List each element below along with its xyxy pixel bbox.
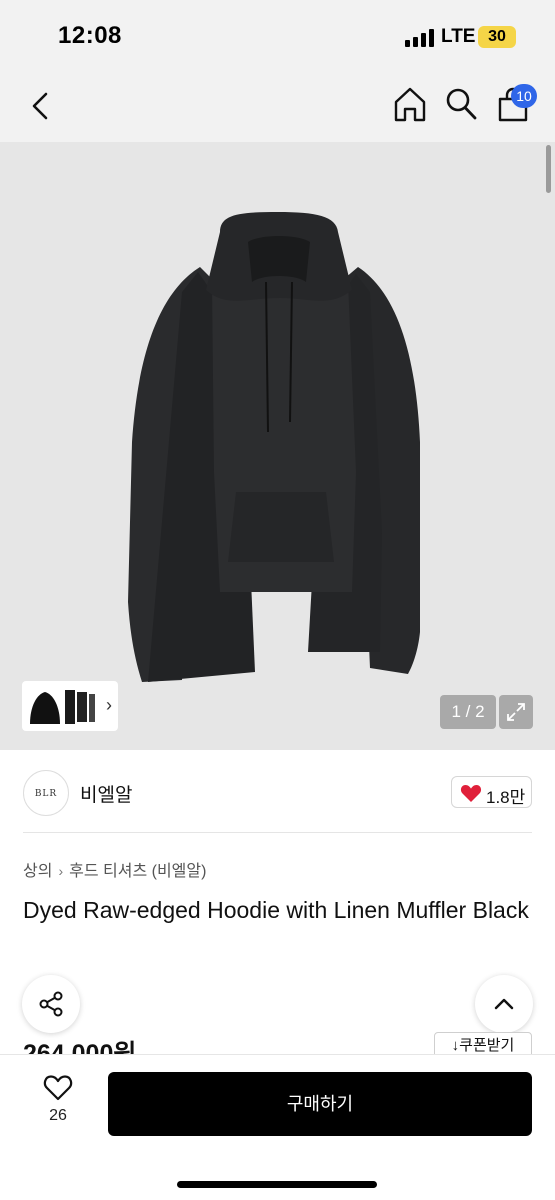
scrollbar[interactable] (546, 145, 551, 193)
wishlist-count: 26 (49, 1107, 67, 1124)
share-icon (39, 991, 63, 1017)
breadcrumb-category[interactable]: 상의 (23, 863, 52, 880)
heart-outline-icon (43, 1075, 73, 1101)
product-image-gallery[interactable]: › 1 / 2 (0, 142, 555, 750)
product-title: Dyed Raw-edged Hoodie with Linen Muffler… (23, 897, 529, 923)
brand-like-count: 1.8만 (486, 788, 526, 807)
heart-icon (460, 785, 482, 802)
wishlist-button[interactable]: 26 (30, 1073, 86, 1133)
chevron-up-icon (494, 998, 514, 1010)
chevron-right-icon: › (106, 695, 112, 715)
expand-icon (507, 703, 525, 721)
bottom-action-bar: 26 구매하기 (0, 1054, 555, 1200)
product-image (128, 212, 420, 682)
status-time: 12:08 (58, 22, 122, 49)
back-arrow-icon[interactable] (26, 88, 56, 124)
home-icon[interactable] (392, 84, 428, 124)
battery-icon: 30 (478, 26, 516, 48)
expand-image-button[interactable] (499, 695, 533, 729)
breadcrumb: 상의 › 후드 티셔츠 (비엘알) (23, 857, 206, 881)
share-button[interactable] (22, 975, 80, 1033)
divider (23, 832, 532, 833)
buy-button[interactable]: 구매하기 (108, 1072, 532, 1136)
search-icon[interactable] (444, 86, 478, 122)
home-indicator[interactable] (177, 1181, 377, 1188)
brand-logo[interactable]: BLR (23, 770, 69, 816)
brand-like-button[interactable]: 1.8만 (451, 776, 532, 808)
status-bar: 12:08 LTE 30 (0, 0, 555, 70)
breadcrumb-subcategory[interactable]: 후드 티셔츠 (비엘알) (69, 863, 206, 880)
network-label: LTE (441, 26, 476, 47)
cart-count-badge: 10 (511, 84, 537, 108)
top-nav-bar: 10 (0, 70, 555, 142)
coupon-label: 쿠폰받기 (459, 1037, 515, 1054)
chevron-right-icon: › (58, 863, 64, 879)
image-pager: 1 / 2 (440, 695, 496, 729)
thumbnail-image (30, 690, 95, 724)
thumbnail-strip[interactable]: › (22, 681, 118, 731)
brand-name[interactable]: 비엘알 (80, 780, 132, 807)
brand-logo-text: BLR (34, 789, 58, 799)
scroll-to-top-button[interactable] (475, 975, 533, 1033)
signal-icon (405, 29, 435, 47)
